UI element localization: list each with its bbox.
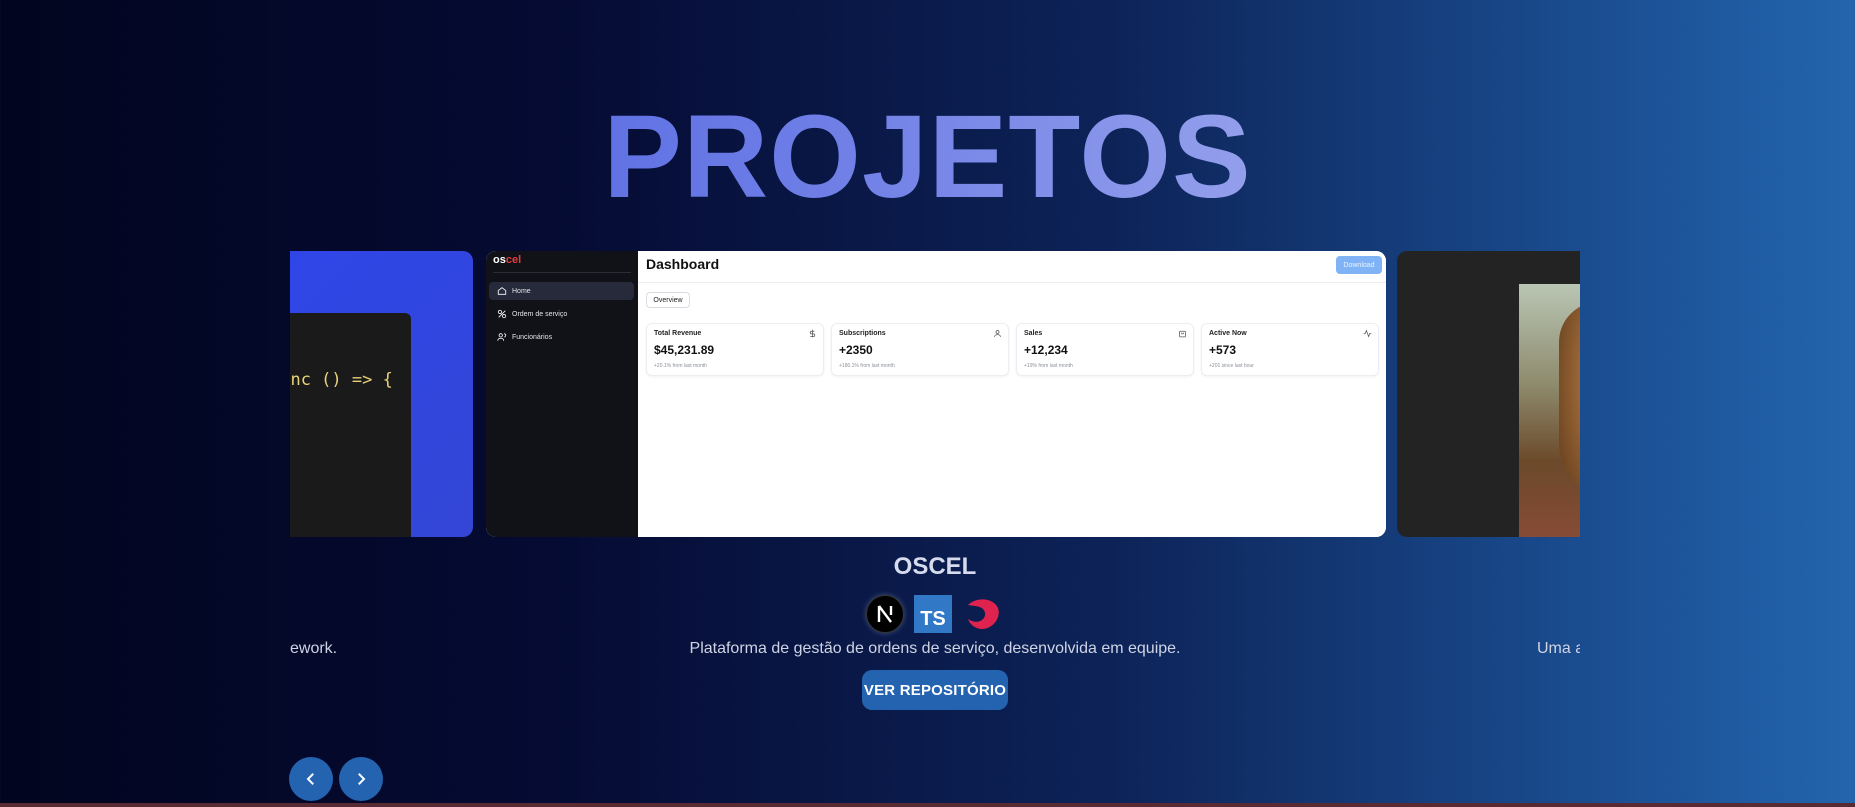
cat-photo (1519, 284, 1580, 537)
preview-main: Dashboard Download Overview Total Revenu… (638, 251, 1386, 537)
divider (493, 272, 631, 273)
prev-project-slide[interactable]: sync () => { (290, 251, 473, 537)
activity-icon (1363, 329, 1372, 338)
preview-title: Dashboard (646, 256, 720, 272)
project-description: Plataforma de gestão de ordens de serviç… (689, 640, 1181, 657)
current-project-slide[interactable]: oscel Home Ordem de serviço Funcionários… (486, 251, 1386, 537)
descriptions-row: ework. Plataforma de gestão de ordens de… (290, 640, 1580, 662)
nextjs-icon (866, 595, 904, 633)
preview-sidebar: oscel Home Ordem de serviço Funcionários (486, 251, 638, 537)
code-snippet: sync () => { (290, 370, 393, 390)
carousel-prev-button[interactable] (289, 757, 333, 801)
preview-tab-overview: Overview (646, 292, 690, 308)
chevron-right-icon (358, 773, 366, 785)
view-repository-button[interactable]: VER REPOSITÓRIO (862, 670, 1008, 710)
users-icon (497, 333, 507, 341)
preview-logo: oscel (493, 254, 522, 266)
home-icon (497, 287, 507, 295)
tools-icon (497, 309, 507, 319)
stat-card: Subscriptions +2350 +180.1% from last mo… (831, 323, 1009, 376)
cat-image (1559, 302, 1580, 502)
section-title: PROJETOS (0, 92, 1855, 222)
stat-card: Total Revenue $45,231.89 +20.1% from las… (646, 323, 824, 376)
user-icon (994, 330, 1001, 337)
projects-carousel[interactable]: sync () => { oscel Home Ordem de serviço… (290, 251, 1580, 539)
typescript-icon: TS (914, 595, 952, 633)
stat-card: Active Now +573 +201 since last hour (1201, 323, 1379, 376)
page-bottom-border (0, 803, 1855, 807)
preview-download-button: Download (1336, 256, 1382, 274)
project-name: OSCEL (893, 553, 977, 580)
code-screenshot: sync () => { (290, 313, 411, 537)
tech-stack: TS (866, 595, 1002, 633)
next-project-description: Uma a (1537, 640, 1580, 657)
sidebar-item-home: Home (489, 282, 634, 300)
bag-icon (1179, 330, 1186, 338)
chevron-left-icon (306, 773, 314, 785)
carousel-next-button[interactable] (339, 757, 383, 801)
divider (638, 282, 1386, 283)
nestjs-icon (962, 595, 1002, 633)
next-project-slide[interactable] (1397, 251, 1580, 537)
dollar-icon (809, 329, 816, 338)
sidebar-item-ordem: Ordem de serviço (489, 305, 634, 323)
stat-card: Sales +12,234 +19% from last month (1016, 323, 1194, 376)
sidebar-item-funcionarios: Funcionários (489, 328, 634, 346)
